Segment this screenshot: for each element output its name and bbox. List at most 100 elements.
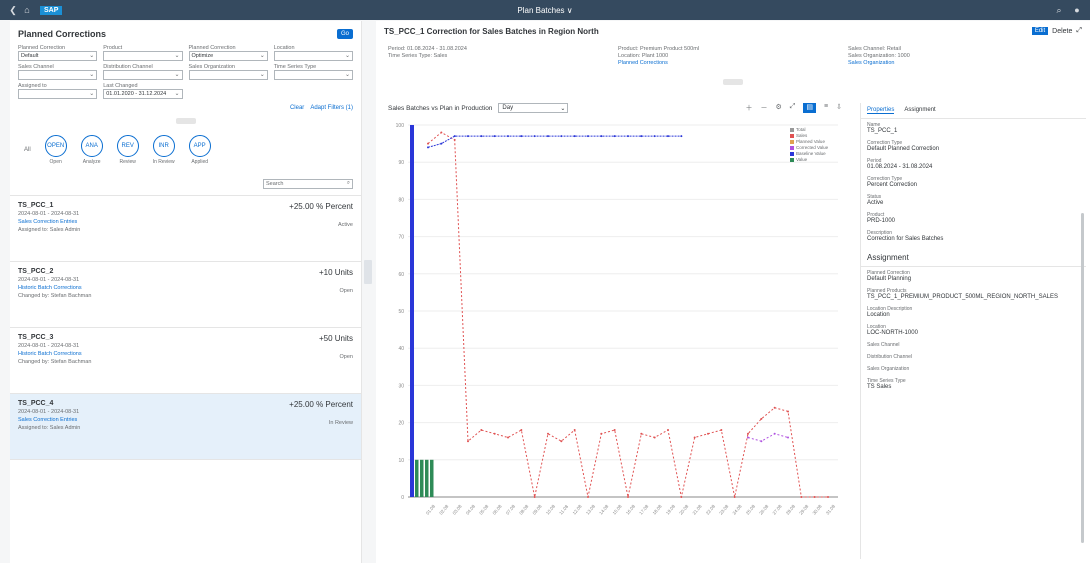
chevron-down-icon[interactable]: ⌄ <box>89 71 94 78</box>
data-point[interactable] <box>613 135 616 138</box>
data-point[interactable] <box>560 440 563 443</box>
data-point[interactable] <box>440 131 443 134</box>
app-title[interactable]: Plan Batches ∨ <box>0 6 1090 15</box>
chevron-down-icon[interactable]: ⌄ <box>174 52 179 59</box>
data-point[interactable] <box>533 496 536 498</box>
data-point[interactable] <box>747 432 749 435</box>
data-point[interactable] <box>467 440 469 443</box>
filter-input[interactable]: ⌄ <box>188 70 268 80</box>
filter-input[interactable]: ⌄ <box>273 70 353 80</box>
filter-input[interactable]: Default ⌄ <box>18 51 98 61</box>
download-icon[interactable]: ⇩ <box>836 103 842 113</box>
go-button[interactable]: Go <box>336 29 353 39</box>
status-tile[interactable]: APP Applied <box>188 135 211 165</box>
item-link[interactable]: Sales Correction Entries <box>18 219 353 225</box>
data-point[interactable] <box>693 436 696 439</box>
series-line-1[interactable] <box>747 433 789 442</box>
bar-green[interactable] <box>430 459 434 497</box>
chart-view-icon[interactable]: ▤ <box>803 103 817 113</box>
data-point[interactable] <box>587 135 589 138</box>
data-point[interactable] <box>467 135 469 138</box>
tab-1[interactable]: Assignment <box>904 107 935 114</box>
data-point[interactable] <box>507 135 509 138</box>
data-point[interactable] <box>653 436 656 439</box>
data-point[interactable] <box>813 496 816 498</box>
data-point[interactable] <box>733 496 736 498</box>
data-point[interactable] <box>493 135 496 138</box>
chevron-down-icon[interactable]: ⌄ <box>89 90 94 97</box>
list-item[interactable]: TS_PCC_4 +25.00 % Percent 2024-08-01 - 202… <box>10 394 361 460</box>
search-icon[interactable]: ⌕ <box>347 180 350 187</box>
data-point[interactable] <box>720 429 723 432</box>
bar-green[interactable] <box>415 459 419 497</box>
data-point[interactable] <box>707 432 709 435</box>
data-point[interactable] <box>520 429 523 432</box>
status-tile[interactable]: REV Review <box>116 135 139 165</box>
data-point[interactable] <box>613 429 616 432</box>
table-view-icon[interactable]: ≡ <box>824 103 828 113</box>
chevron-down-icon[interactable]: ⌄ <box>345 71 350 78</box>
data-point[interactable] <box>787 436 789 439</box>
chart-granularity-select[interactable]: Day ⌄ <box>498 103 569 113</box>
data-point[interactable] <box>827 496 829 498</box>
list-item[interactable]: TS_PCC_1 +25.00 % Percent 2024-08-01 - 202… <box>10 196 361 262</box>
data-point[interactable] <box>427 142 429 145</box>
tab-0[interactable]: Properties <box>867 107 895 114</box>
chevron-down-icon[interactable]: ⌄ <box>174 90 179 97</box>
series-line-2[interactable] <box>427 135 682 148</box>
header-attr[interactable]: Sales Organization <box>848 60 1078 67</box>
data-point[interactable] <box>507 436 509 439</box>
filter-input[interactable]: ⌄ <box>273 51 353 61</box>
data-point[interactable] <box>547 432 549 435</box>
data-point[interactable] <box>640 432 643 435</box>
chevron-down-icon[interactable]: ⌄ <box>89 52 94 59</box>
clear-button[interactable]: Clear <box>290 105 304 111</box>
data-point[interactable] <box>640 135 643 138</box>
filter-input[interactable]: ⌄ <box>103 70 183 80</box>
data-point[interactable] <box>547 135 549 138</box>
edit-button[interactable]: Edit <box>1031 27 1049 35</box>
chevron-down-icon[interactable]: ⌄ <box>260 71 265 78</box>
item-link[interactable]: Historic Batch Corrections <box>18 285 353 291</box>
zoom-out-icon[interactable]: － <box>761 103 768 113</box>
item-link[interactable]: Historic Batch Corrections <box>18 351 353 357</box>
chevron-down-icon[interactable]: ⌄ <box>260 52 265 59</box>
legend-item[interactable]: Value <box>790 157 828 163</box>
series-line-0[interactable] <box>427 131 828 498</box>
delete-button[interactable]: Delete <box>1052 28 1072 35</box>
data-point[interactable] <box>760 440 763 443</box>
header-attr[interactable]: Planned Corrections <box>618 60 848 67</box>
avatar-icon[interactable]: ● <box>1070 3 1084 17</box>
data-point[interactable] <box>667 429 669 432</box>
list-item[interactable]: TS_PCC_3 +50 Units 2024-08-01 - 2024-08-31… <box>10 328 361 394</box>
data-point[interactable] <box>773 432 776 435</box>
chevron-down-icon[interactable]: ⌄ <box>345 52 350 59</box>
list-item[interactable]: TS_PCC_2 +10 Units 2024-08-01 - 2024-08-31… <box>10 262 361 328</box>
item-link[interactable]: Sales Correction Entries <box>18 417 353 423</box>
data-point[interactable] <box>800 496 803 498</box>
filter-input[interactable]: 01.01.2020 - 31.12.2024 ⌄ <box>103 89 183 99</box>
filter-input[interactable]: ⌄ <box>103 51 183 61</box>
splitter-handle[interactable] <box>364 260 372 284</box>
data-point[interactable] <box>560 135 563 138</box>
data-point[interactable] <box>787 410 789 413</box>
data-point[interactable] <box>587 496 589 498</box>
chevron-down-icon[interactable]: ⌄ <box>174 71 179 78</box>
search-input[interactable]: Search ⌕ <box>263 179 353 189</box>
adapt-filters-button[interactable]: Adapt Filters (1) <box>310 105 353 111</box>
data-point[interactable] <box>533 135 536 138</box>
data-point[interactable] <box>760 417 763 420</box>
data-point[interactable] <box>520 135 523 138</box>
data-point[interactable] <box>667 135 669 138</box>
data-point[interactable] <box>493 432 496 435</box>
status-tile[interactable]: OPEN Open <box>44 135 67 165</box>
data-point[interactable] <box>680 135 683 138</box>
data-point[interactable] <box>480 429 483 432</box>
fullscreen-icon[interactable]: ⤢ <box>790 103 796 113</box>
settings-icon[interactable]: ⚙ <box>776 103 782 113</box>
data-point[interactable] <box>480 135 483 138</box>
collapse-handle[interactable] <box>175 118 196 124</box>
data-point[interactable] <box>747 436 749 439</box>
status-tile[interactable]: INR In Review <box>152 135 175 165</box>
filter-input[interactable]: ⌄ <box>18 70 98 80</box>
